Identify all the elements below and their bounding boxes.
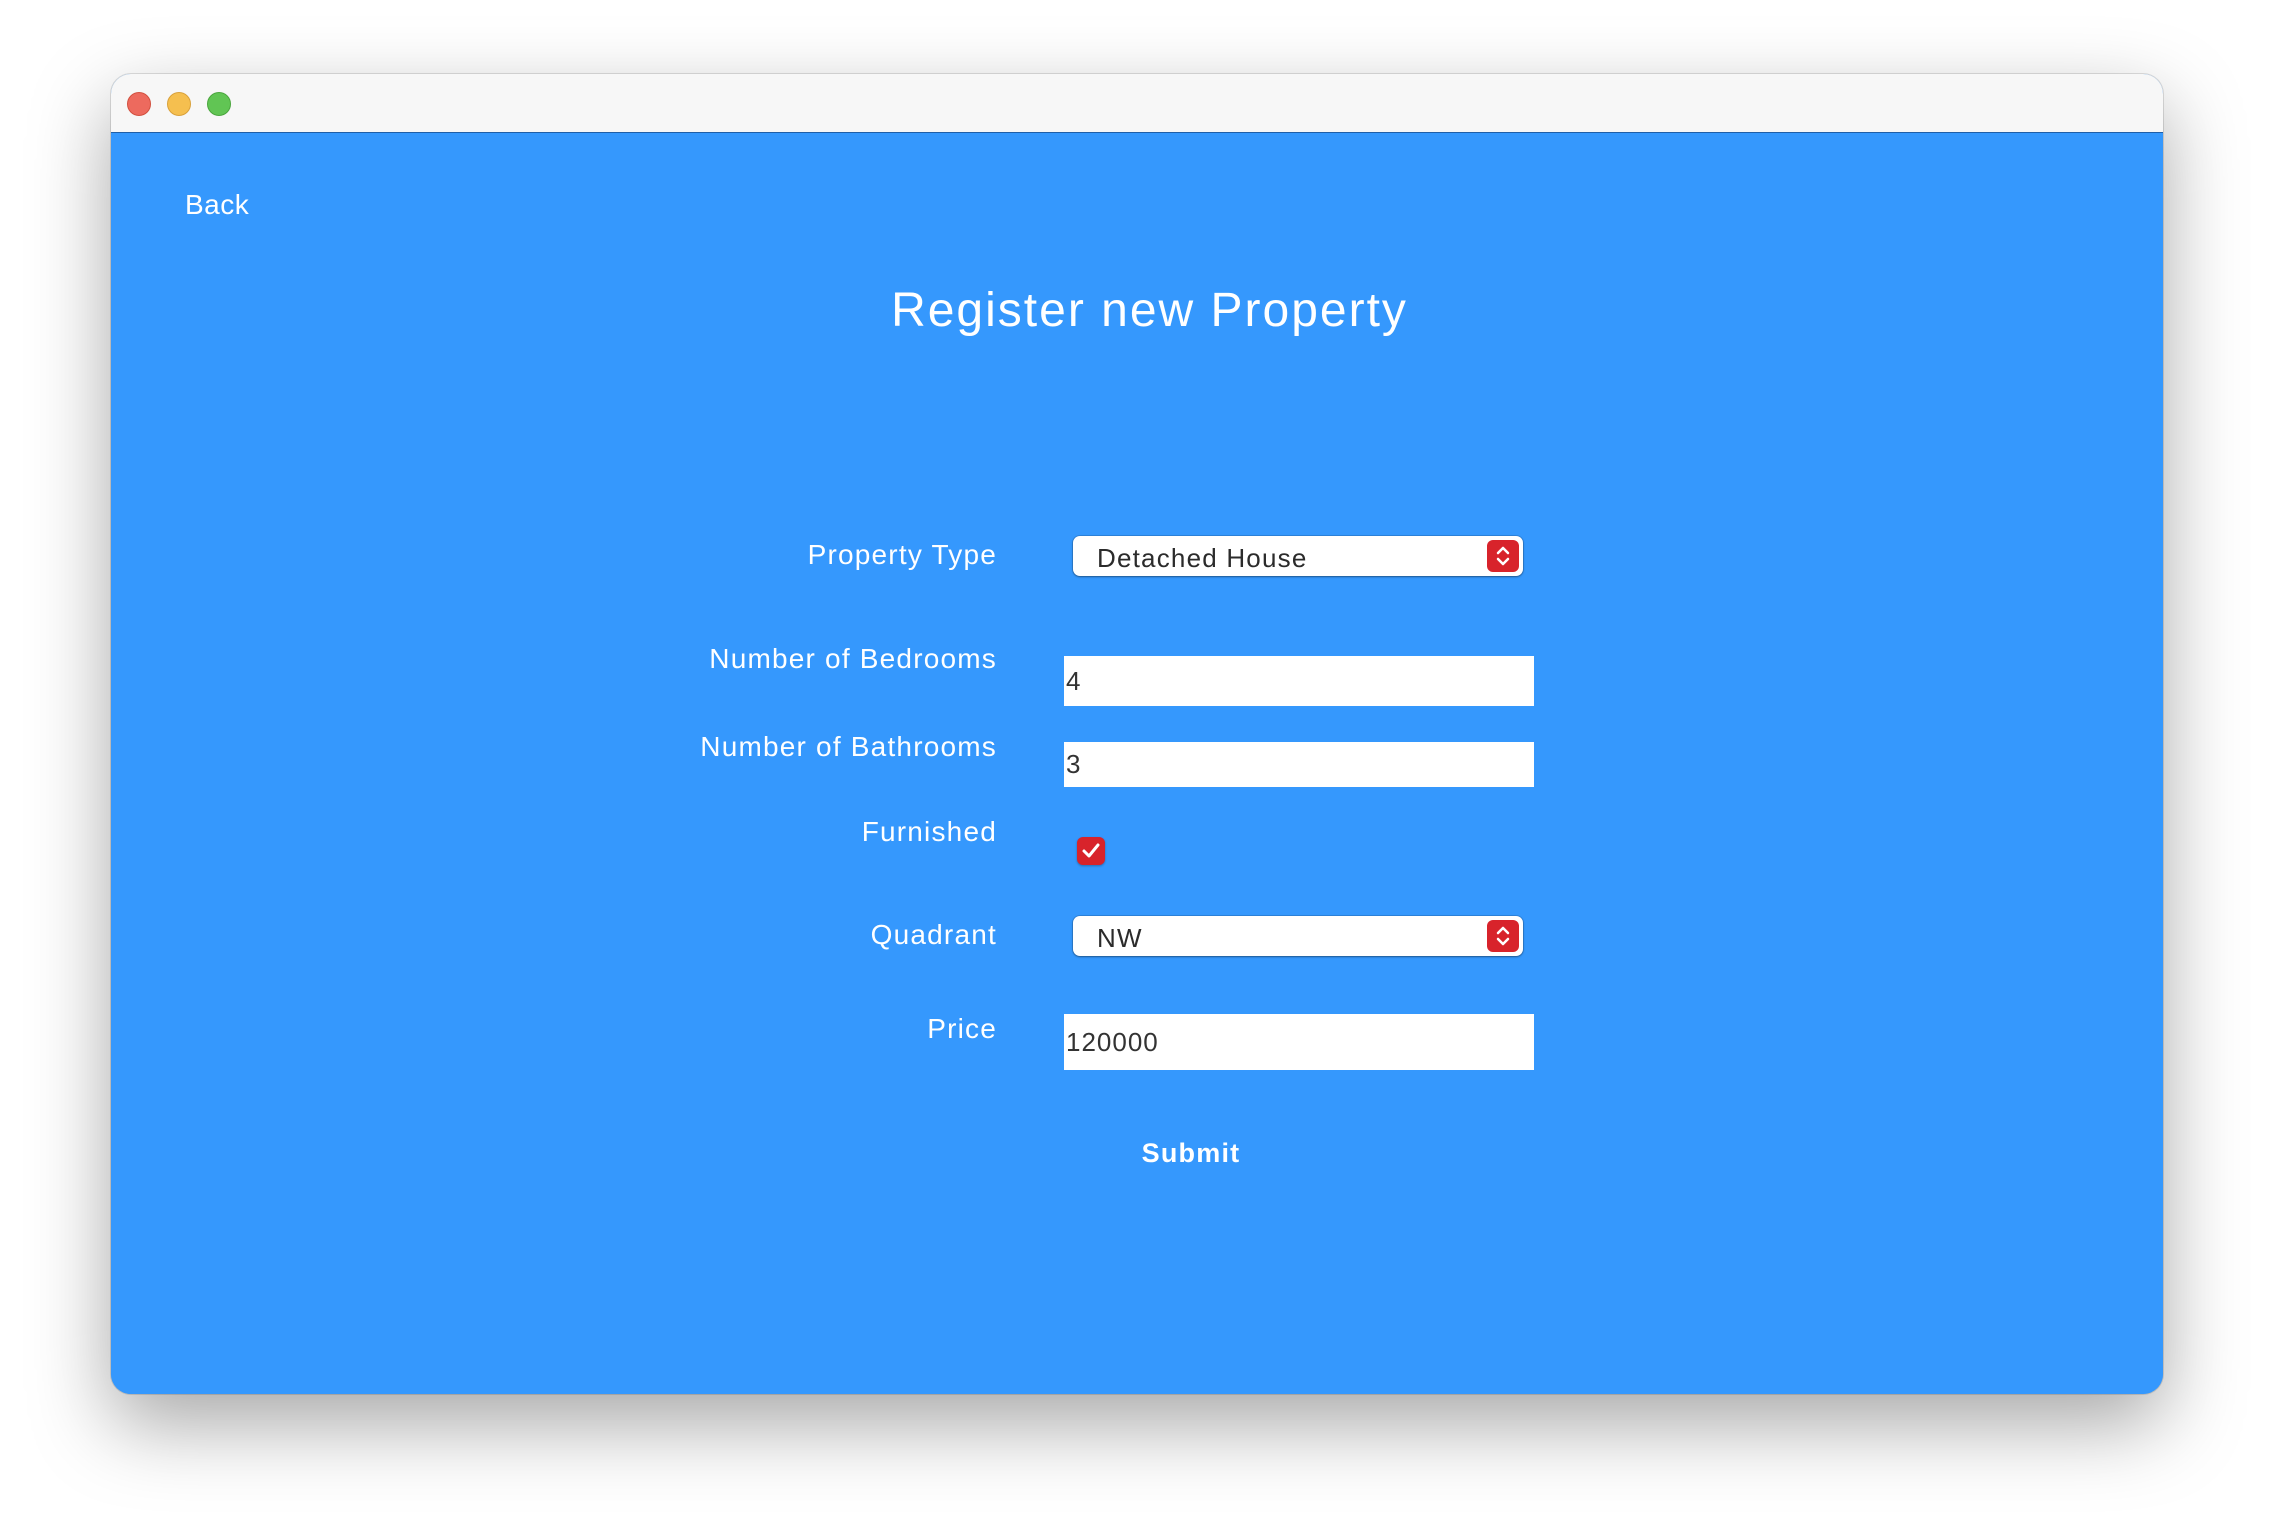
- up-down-chevron-icon: [1487, 540, 1519, 572]
- property-type-label: Property Type: [807, 539, 997, 570]
- submit-button[interactable]: Submit: [1111, 1138, 1271, 1169]
- maximize-window-button[interactable]: [207, 92, 231, 116]
- close-window-button[interactable]: [127, 92, 151, 116]
- quadrant-value: NW: [1097, 923, 1143, 953]
- quadrant-label: Quadrant: [870, 919, 997, 950]
- title-bar: [111, 74, 2163, 133]
- furnished-label: Furnished: [861, 816, 997, 847]
- checkmark-icon: [1082, 843, 1100, 858]
- bedrooms-label: Number of Bedrooms: [709, 643, 997, 674]
- app-window: Back Register new Property Property Type…: [111, 74, 2163, 1394]
- price-input[interactable]: 120000: [1064, 1014, 1534, 1070]
- bedrooms-input[interactable]: 4: [1064, 656, 1534, 706]
- bathrooms-label: Number of Bathrooms: [700, 731, 997, 762]
- bathrooms-input[interactable]: 3: [1064, 742, 1534, 787]
- property-type-value: Detached House: [1097, 543, 1308, 573]
- quadrant-select[interactable]: NW: [1073, 916, 1523, 956]
- price-label: Price: [927, 1013, 997, 1044]
- back-button[interactable]: Back: [185, 189, 249, 221]
- furnished-checkbox[interactable]: [1077, 837, 1105, 865]
- property-type-select[interactable]: Detached House: [1073, 536, 1523, 576]
- main-content: Back Register new Property Property Type…: [111, 133, 2163, 1394]
- page-title: Register new Property: [891, 284, 1408, 337]
- up-down-chevron-icon: [1487, 920, 1519, 952]
- minimize-window-button[interactable]: [167, 92, 191, 116]
